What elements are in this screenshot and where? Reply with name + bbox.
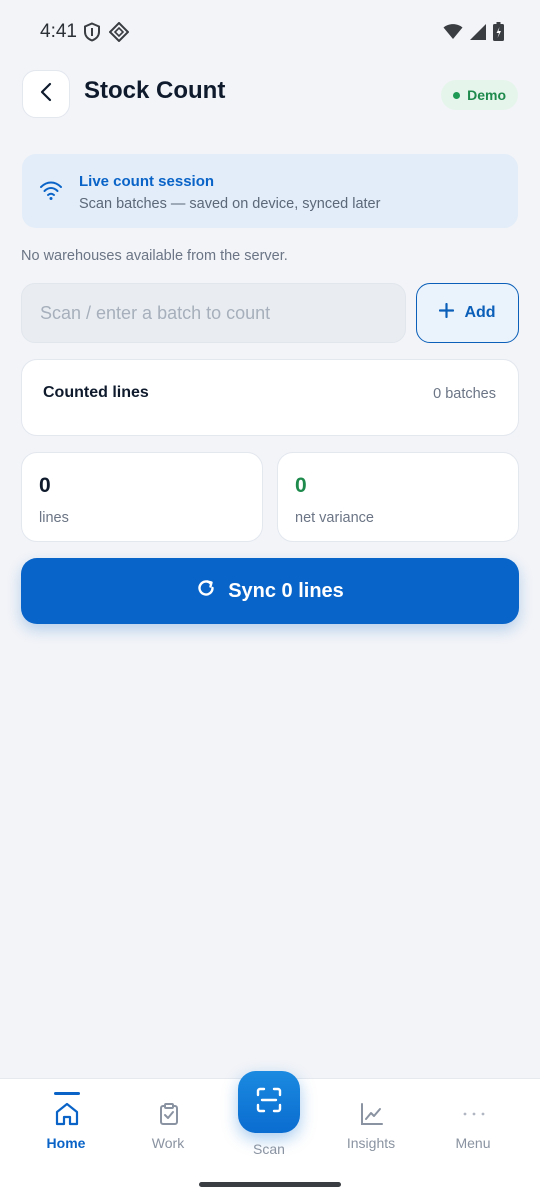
more-dots-icon xyxy=(461,1101,487,1127)
session-subtitle: Scan batches — saved on device, synced l… xyxy=(79,196,381,212)
session-title: Live count session xyxy=(79,173,215,190)
live-session-card: Live count session Scan batches — saved … xyxy=(22,154,518,228)
wifi-signal-icon xyxy=(39,179,63,206)
nav-item-insights[interactable]: Insights xyxy=(320,1079,422,1169)
add-button[interactable]: Add xyxy=(416,283,519,343)
clipboard-check-icon xyxy=(156,1101,182,1127)
lines-stat-card: 0 lines xyxy=(21,452,263,542)
demo-badge: Demo xyxy=(441,80,518,110)
wifi-icon xyxy=(443,23,463,45)
plus-icon xyxy=(439,302,455,323)
status-bar: 4:41 xyxy=(0,0,540,64)
back-button[interactable] xyxy=(22,70,70,118)
variance-label: net variance xyxy=(295,510,374,526)
batches-count: 0 batches xyxy=(433,386,496,402)
add-button-label: Add xyxy=(464,304,496,321)
nav-item-work[interactable]: Work xyxy=(117,1079,219,1169)
sync-button[interactable]: Sync 0 lines xyxy=(21,558,519,624)
sync-button-label: Sync 0 lines xyxy=(228,579,344,602)
battery-icon xyxy=(493,22,504,46)
diamond-grid-icon xyxy=(108,21,130,47)
nav-item-menu[interactable]: Menu xyxy=(422,1079,524,1169)
nav-active-indicator xyxy=(54,1092,80,1095)
nav-label-work: Work xyxy=(151,1135,185,1151)
scan-fab-button[interactable] xyxy=(238,1071,300,1133)
warehouse-note: No warehouses available from the server. xyxy=(21,248,288,264)
demo-badge-label: Demo xyxy=(467,87,506,103)
batch-input[interactable] xyxy=(21,283,406,343)
lines-label: lines xyxy=(39,510,69,526)
home-icon xyxy=(54,1101,80,1127)
chevron-left-icon xyxy=(39,82,53,107)
status-time: 4:41 xyxy=(40,21,77,42)
page-title: Stock Count xyxy=(84,77,226,104)
lines-value: 0 xyxy=(39,474,51,497)
nav-label-home: Home xyxy=(46,1135,86,1151)
status-dot-icon xyxy=(453,91,461,99)
line-chart-icon xyxy=(359,1101,385,1127)
gesture-bar xyxy=(199,1182,341,1187)
refresh-icon xyxy=(196,578,216,604)
nav-label-menu: Menu xyxy=(455,1135,491,1151)
nav-label-scan[interactable]: Scan xyxy=(218,1141,320,1157)
scan-icon xyxy=(255,1086,283,1119)
counted-lines-title: Counted lines xyxy=(43,384,149,401)
variance-stat-card: 0 net variance xyxy=(277,452,519,542)
signal-icon xyxy=(469,23,487,46)
variance-value: 0 xyxy=(295,474,307,497)
nav-label-insights: Insights xyxy=(346,1135,396,1151)
shield-icon xyxy=(83,22,101,47)
nav-item-home[interactable]: Home xyxy=(15,1079,117,1169)
counted-lines-card: Counted lines 0 batches xyxy=(21,359,519,436)
